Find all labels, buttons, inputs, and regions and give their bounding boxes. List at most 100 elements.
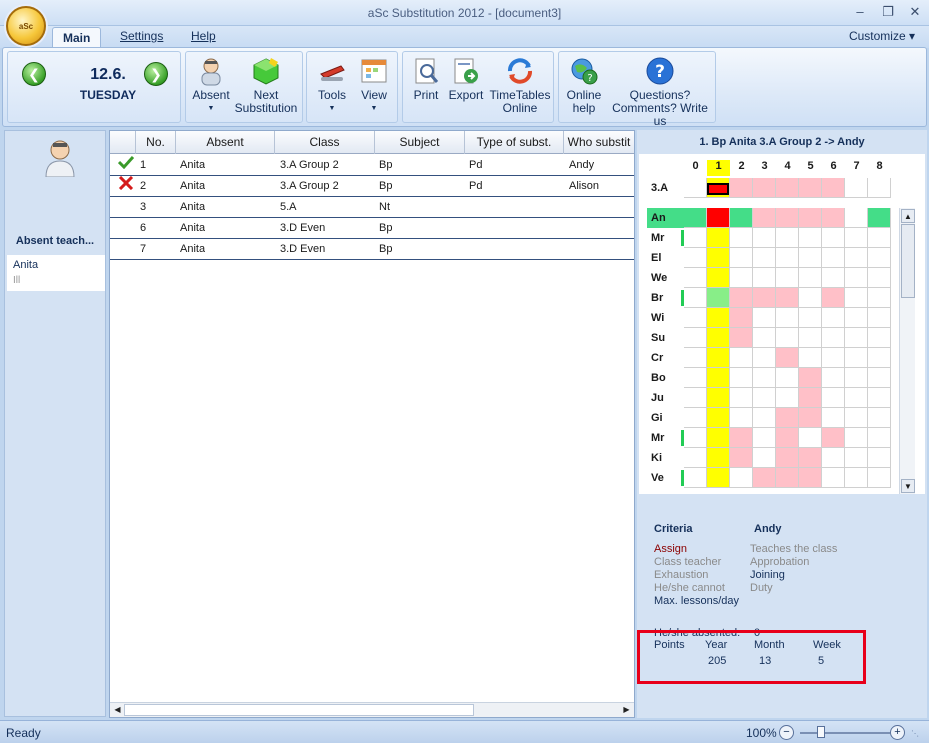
maximize-button[interactable]: ❐ <box>878 4 898 20</box>
teacher-slot[interactable] <box>753 388 776 408</box>
teacher-slot[interactable] <box>684 448 707 468</box>
teacher-slot[interactable] <box>684 368 707 388</box>
resize-grip-icon[interactable]: ⋱ <box>911 729 921 739</box>
teacher-slot[interactable] <box>684 468 707 488</box>
teacher-slot[interactable] <box>868 208 891 228</box>
teacher-slot[interactable] <box>822 288 845 308</box>
previous-day-button[interactable]: ❮ <box>22 62 46 86</box>
column-header-no[interactable]: No. <box>136 131 176 154</box>
column-header-absent[interactable]: Absent <box>176 131 275 154</box>
teacher-slot[interactable] <box>822 228 845 248</box>
scroll-down-arrow-icon[interactable]: ▼ <box>901 479 915 493</box>
teacher-slot[interactable] <box>730 388 753 408</box>
teacher-slot[interactable] <box>730 268 753 288</box>
table-row[interactable]: 3 Anita 5.A Nt <box>110 197 634 218</box>
teacher-slot[interactable] <box>730 308 753 328</box>
teacher-slot[interactable] <box>753 288 776 308</box>
teacher-slot[interactable] <box>822 248 845 268</box>
teacher-slot[interactable] <box>845 428 868 448</box>
class-slot[interactable] <box>822 178 845 198</box>
vertical-scrollbar[interactable]: ▲ ▼ <box>899 208 915 494</box>
teacher-slot[interactable] <box>799 288 822 308</box>
teacher-slot[interactable] <box>753 368 776 388</box>
column-header-who[interactable]: Who substit <box>564 131 634 154</box>
teacher-slot[interactable] <box>845 248 868 268</box>
teacher-slot[interactable] <box>684 328 707 348</box>
teacher-slot[interactable] <box>707 408 730 428</box>
questions-comments-button[interactable]: ? Questions? Comments? Write us <box>607 56 713 128</box>
class-slot[interactable] <box>868 178 891 198</box>
class-slot[interactable] <box>684 178 707 198</box>
teacher-slot[interactable] <box>776 368 799 388</box>
scrollbar-thumb[interactable] <box>124 704 474 716</box>
teacher-slot[interactable] <box>799 228 822 248</box>
teacher-slot[interactable] <box>799 428 822 448</box>
teacher-slot[interactable] <box>753 328 776 348</box>
teacher-row-label[interactable]: An <box>651 208 666 228</box>
app-menu-button[interactable]: aSc <box>6 6 46 46</box>
tab-settings[interactable]: Settings <box>110 26 173 48</box>
teacher-slot[interactable] <box>822 428 845 448</box>
teacher-slot[interactable] <box>707 288 730 308</box>
teacher-slot[interactable] <box>799 268 822 288</box>
teacher-slot[interactable] <box>776 328 799 348</box>
teacher-slot[interactable] <box>730 328 753 348</box>
column-header-class[interactable]: Class <box>275 131 375 154</box>
teacher-slot[interactable] <box>799 308 822 328</box>
zoom-slider[interactable] <box>800 732 890 734</box>
teacher-slot[interactable] <box>707 448 730 468</box>
teacher-slot[interactable] <box>707 248 730 268</box>
teacher-slot[interactable] <box>730 408 753 428</box>
teacher-slot[interactable] <box>753 308 776 328</box>
teacher-slot[interactable] <box>799 208 822 228</box>
teacher-slot[interactable] <box>707 368 730 388</box>
teacher-row-label[interactable]: Mr <box>651 428 664 448</box>
teacher-slot[interactable] <box>868 348 891 368</box>
timetables-online-button[interactable]: TimeTables Online <box>487 56 553 115</box>
teacher-slot[interactable] <box>822 268 845 288</box>
teacher-slot[interactable] <box>845 468 868 488</box>
teacher-slot[interactable] <box>822 328 845 348</box>
teacher-slot[interactable] <box>707 308 730 328</box>
teacher-slot[interactable] <box>868 288 891 308</box>
teacher-slot[interactable] <box>776 468 799 488</box>
teacher-slot[interactable] <box>822 408 845 428</box>
teacher-slot[interactable] <box>822 208 845 228</box>
teacher-slot[interactable] <box>753 468 776 488</box>
scroll-left-arrow-icon[interactable]: ◀ <box>111 704 124 716</box>
horizontal-scrollbar[interactable]: ◀ ▶ <box>110 702 634 717</box>
teacher-slot[interactable] <box>845 448 868 468</box>
teacher-slot[interactable] <box>730 228 753 248</box>
teacher-slot[interactable] <box>707 208 730 228</box>
teacher-slot[interactable] <box>753 248 776 268</box>
table-row[interactable]: 7 Anita 3.D Even Bp <box>110 239 634 260</box>
teacher-slot[interactable] <box>868 448 891 468</box>
teacher-slot[interactable] <box>707 228 730 248</box>
teacher-row-label[interactable]: Wi <box>651 308 664 328</box>
zoom-in-button[interactable]: + <box>890 725 905 740</box>
teacher-slot[interactable] <box>684 408 707 428</box>
teacher-slot[interactable] <box>684 268 707 288</box>
class-slot[interactable] <box>730 178 753 198</box>
teacher-slot[interactable] <box>799 368 822 388</box>
teacher-slot[interactable] <box>799 388 822 408</box>
teacher-slot[interactable] <box>707 428 730 448</box>
teacher-slot[interactable] <box>707 468 730 488</box>
teacher-slot[interactable] <box>730 348 753 368</box>
teacher-slot[interactable] <box>707 348 730 368</box>
teacher-slot[interactable] <box>822 388 845 408</box>
teacher-slot[interactable] <box>845 288 868 308</box>
teacher-slot[interactable] <box>799 408 822 428</box>
teacher-slot[interactable] <box>799 328 822 348</box>
teacher-slot[interactable] <box>776 408 799 428</box>
teacher-slot[interactable] <box>776 288 799 308</box>
next-day-button[interactable]: ❯ <box>144 62 168 86</box>
column-header-subject[interactable]: Subject <box>375 131 465 154</box>
teacher-slot[interactable] <box>845 328 868 348</box>
teacher-slot[interactable] <box>799 468 822 488</box>
teacher-slot[interactable] <box>684 208 707 228</box>
teacher-row-label[interactable]: Su <box>651 328 665 348</box>
print-button[interactable]: Print <box>407 56 445 102</box>
teacher-slot[interactable] <box>776 448 799 468</box>
teacher-slot[interactable] <box>845 228 868 248</box>
